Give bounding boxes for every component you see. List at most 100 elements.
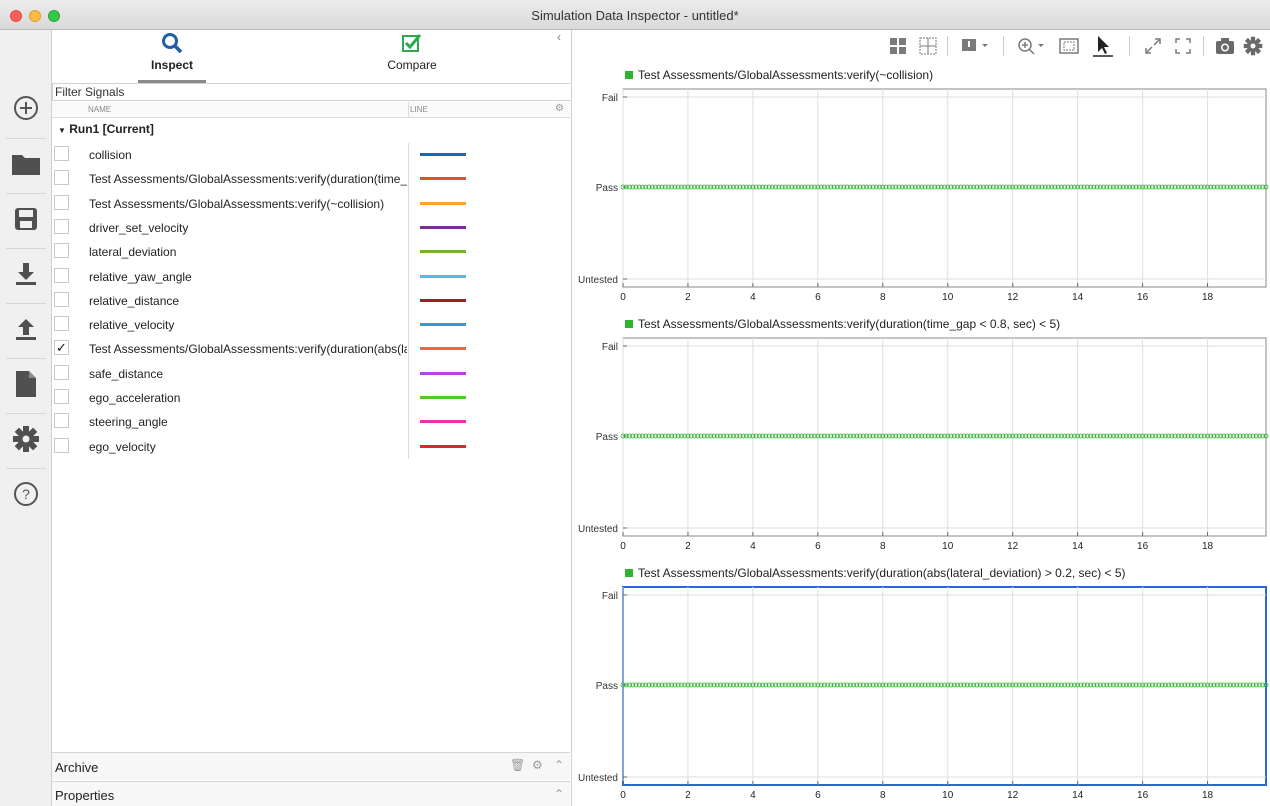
plot-canvas[interactable]: 0 2 4 6 8 10 12 14 16 18 Untested Pass Fail [573, 566, 1270, 806]
signal-checkbox[interactable] [54, 218, 69, 234]
signal-checkbox[interactable] [54, 194, 69, 210]
save-icon [15, 208, 37, 230]
signal-line-swatch[interactable] [420, 420, 466, 424]
snapshot-button[interactable] [1213, 35, 1237, 57]
signal-line-swatch[interactable] [420, 274, 466, 278]
signal-line-swatch[interactable] [420, 201, 466, 205]
table-settings-icon[interactable]: ⚙ [555, 103, 564, 114]
signal-checkbox[interactable] [54, 243, 69, 259]
signal-checkbox[interactable] [54, 364, 69, 380]
signal-line-swatch[interactable] [420, 153, 466, 156]
signal-panel: Inspect Compare ‹ Filter Signals NAME LI… [52, 30, 572, 806]
signal-checkbox[interactable] [54, 146, 69, 161]
chevron-up-icon[interactable]: ⌃ [554, 758, 564, 772]
plot-3[interactable]: Test Assessments/GlobalAssessments:verif… [573, 566, 1270, 806]
tab-compare[interactable]: Compare [372, 32, 452, 82]
signal-checkbox[interactable] [54, 413, 69, 429]
signal-line-swatch[interactable] [420, 323, 466, 327]
signal-checkbox[interactable]: ✓ [54, 340, 69, 356]
signal-checkbox[interactable] [54, 437, 69, 453]
tab-inspect[interactable]: Inspect [137, 32, 207, 82]
signal-checkbox[interactable] [54, 291, 69, 307]
table-row[interactable]: Test Assessments/GlobalAssessments:verif… [52, 167, 570, 191]
signal-name: ego_acceleration [89, 391, 181, 405]
window-title: Simulation Data Inspector - untitled* [531, 8, 739, 23]
column-line-header[interactable]: LINE [410, 105, 428, 114]
table-row[interactable]: collision [52, 143, 570, 167]
x-tick-label: 18 [1202, 790, 1214, 801]
signal-line-swatch[interactable] [420, 298, 466, 302]
y-tick-label: Pass [596, 432, 618, 443]
signal-line-swatch[interactable] [420, 347, 466, 351]
signal-checkbox[interactable] [54, 267, 69, 283]
zoom-button[interactable] [1015, 35, 1049, 57]
settings-button[interactable] [0, 413, 52, 465]
properties-section[interactable]: Properties ⌃ [52, 781, 570, 806]
signal-line-swatch[interactable] [420, 177, 466, 181]
filter-signals-input[interactable]: Filter Signals [52, 83, 570, 101]
plot-2[interactable]: Test Assessments/GlobalAssessments:verif… [573, 317, 1270, 557]
signal-line-swatch[interactable] [420, 371, 466, 375]
y-tick-label: Pass [596, 183, 618, 194]
help-button[interactable]: ? [0, 468, 52, 520]
table-row[interactable]: steering_angle [52, 410, 570, 434]
x-tick-label: 14 [1072, 292, 1084, 303]
archive-section[interactable]: Archive 🗑 ⚙ ⌃ [52, 752, 570, 780]
signal-line-swatch[interactable] [420, 396, 466, 399]
table-row[interactable]: relative_distance [52, 289, 570, 313]
table-row[interactable]: relative_yaw_angle [52, 265, 570, 289]
new-session-button[interactable] [0, 82, 52, 134]
signal-checkbox[interactable] [54, 170, 69, 186]
y-tick-label: Fail [602, 591, 618, 602]
x-tick-label: 12 [1007, 790, 1019, 801]
layout-button[interactable] [887, 35, 909, 57]
fit-to-view-button[interactable] [1057, 35, 1081, 57]
signal-line-swatch[interactable] [420, 444, 466, 448]
x-tick-label: 6 [815, 541, 821, 552]
plot-1[interactable]: Test Assessments/GlobalAssessments:verif… [573, 68, 1270, 308]
table-row[interactable]: lateral_deviation [52, 240, 570, 264]
snapshot-icon [1216, 38, 1234, 54]
table-row[interactable]: driver_set_velocity [52, 216, 570, 240]
table-row[interactable]: safe_distance [52, 362, 570, 386]
column-name-header[interactable]: NAME [88, 105, 111, 114]
cursor-button[interactable] [1091, 35, 1115, 57]
signal-checkbox[interactable] [54, 389, 69, 404]
title-bar: Simulation Data Inspector - untitled* [0, 0, 1270, 30]
x-tick-label: 16 [1137, 790, 1149, 801]
expand-triangle-icon[interactable]: ▼ [58, 126, 66, 135]
table-row[interactable]: Test Assessments/GlobalAssessments:verif… [52, 192, 570, 216]
expand-button[interactable] [1141, 35, 1165, 57]
x-tick-label: 8 [880, 790, 886, 801]
table-row[interactable]: ego_acceleration [52, 386, 570, 410]
visualization-button[interactable] [959, 35, 993, 57]
table-row[interactable]: ego_velocity [52, 435, 570, 459]
plot-settings-button[interactable] [1241, 35, 1265, 57]
chevron-up-icon[interactable]: ⌃ [554, 787, 564, 801]
signal-checkbox[interactable] [54, 316, 69, 332]
import-button[interactable] [0, 248, 52, 300]
grid-button[interactable] [917, 35, 939, 57]
collapse-panel-icon[interactable]: ‹ [557, 30, 561, 44]
x-tick-label: 4 [750, 541, 756, 552]
report-button[interactable] [0, 358, 52, 410]
plot-canvas[interactable]: 0 2 4 6 8 10 12 14 16 18 Untested Pass Fail [573, 317, 1270, 557]
table-row[interactable]: ✓ Test Assessments/GlobalAssessments:veri… [52, 337, 570, 361]
run-row[interactable]: ▼ Run1 [Current] [58, 122, 154, 136]
folder-icon [12, 155, 40, 175]
archive-settings-icon[interactable]: ⚙ [532, 758, 543, 772]
settings-icon [13, 426, 39, 452]
trash-icon[interactable]: 🗑 [510, 758, 525, 772]
signal-line-swatch[interactable] [420, 250, 466, 254]
fullscreen-button[interactable] [1171, 35, 1195, 57]
signal-line-swatch[interactable] [420, 225, 466, 229]
x-tick-label: 8 [880, 541, 886, 552]
signal-name: Test Assessments/GlobalAssessments:verif… [89, 342, 407, 357]
export-button[interactable] [0, 303, 52, 355]
archive-label: Archive [55, 760, 99, 775]
open-button[interactable] [0, 138, 52, 190]
svg-text:?: ? [22, 486, 30, 502]
plot-canvas[interactable]: 0 2 4 6 8 10 12 14 16 18 Untested Pass Fail [573, 68, 1270, 308]
save-button[interactable] [0, 193, 52, 245]
table-row[interactable]: relative_velocity [52, 313, 570, 337]
